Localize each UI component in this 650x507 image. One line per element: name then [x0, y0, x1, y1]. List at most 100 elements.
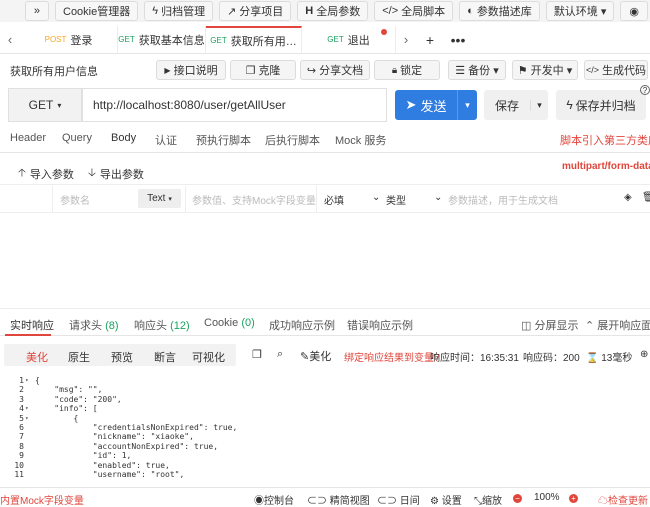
- help-icon[interactable]: ?: [640, 85, 650, 95]
- clone-button[interactable]: ❐ 克隆: [230, 60, 296, 80]
- split-view-button[interactable]: ◫ 分屏显示: [521, 317, 578, 333]
- api-doc-label: 接口说明: [173, 65, 218, 77]
- fmt-assert[interactable]: 断言: [154, 349, 176, 365]
- eye-button[interactable]: ◉: [620, 1, 648, 21]
- clone-label: 克隆: [258, 65, 281, 77]
- param-desc-input[interactable]: 参数描述，用于生成文档: [448, 192, 558, 207]
- fmt-preview[interactable]: 预览: [111, 349, 133, 365]
- fmt-raw[interactable]: 原生: [68, 349, 90, 365]
- environment-select[interactable]: 默认环境 ▾: [545, 1, 615, 21]
- share-icon: ↗: [227, 5, 237, 18]
- play-circle-icon[interactable]: ⊕: [640, 349, 648, 360]
- share-doc-button[interactable]: ↪ 分享文档: [300, 60, 370, 80]
- tabs-scroll-left[interactable]: ‹: [0, 26, 20, 53]
- send-button[interactable]: ➤ 发送 ▾: [395, 90, 477, 120]
- response-body[interactable]: 1 ▾{ 2 "msg": "", 3 "code": "200", 4 ▾ "in…: [0, 376, 650, 480]
- required-select[interactable]: 必填: [324, 192, 344, 207]
- third-party-lib-link[interactable]: 脚本引入第三方类库?: [560, 132, 650, 148]
- response-duration: ⌛ 13毫秒: [586, 349, 632, 364]
- hourglass-icon: ⌛: [586, 353, 599, 364]
- line-number: 11: [14, 470, 24, 479]
- tab-pre-script[interactable]: 预执行脚本: [196, 132, 251, 148]
- gen-code-button[interactable]: </> 生成代码: [584, 60, 648, 80]
- code-line: 8 "accountNonExpired": true,: [0, 442, 650, 451]
- backup-button[interactable]: ☰ 备份 ▾: [448, 60, 506, 80]
- global-script-button[interactable]: </> 全局脚本: [374, 1, 454, 21]
- code-line: 3 "code": "200",: [0, 395, 650, 404]
- tab-header[interactable]: Header: [10, 132, 46, 144]
- tab-live-response[interactable]: 实时响应: [10, 317, 54, 333]
- archive-manager-button[interactable]: ϟ 归档管理: [144, 1, 214, 21]
- method-badge: GET: [210, 36, 227, 45]
- code-text: "username": "root",: [35, 470, 185, 479]
- tab-query[interactable]: Query: [62, 132, 92, 144]
- request-section-tabs: Header Query Body 认证 预执行脚本 后执行脚本 Mock 服务…: [0, 128, 650, 150]
- caret-down-icon: ▾: [168, 195, 172, 203]
- url-input[interactable]: http://localhost:8080/user/getAllUser: [82, 88, 387, 122]
- param-desc-lib-button[interactable]: ◐ 参数描述库: [459, 1, 540, 21]
- code-line: 9 "id": 1,: [0, 451, 650, 460]
- tab-success-example[interactable]: 成功响应示例: [269, 317, 335, 333]
- beautify-label: 美化: [309, 351, 332, 363]
- tab-cookie[interactable]: Cookie (0): [204, 317, 255, 329]
- line-number: 7: [19, 432, 24, 442]
- share-project-button[interactable]: ↗ 分享项目: [219, 1, 292, 21]
- method-label: GET: [28, 98, 54, 112]
- param-type-select[interactable]: Text ▾: [138, 189, 181, 208]
- dev-status-label: 开发中 ▾: [530, 65, 573, 77]
- dev-status-button[interactable]: ⚑ 开发中 ▾: [512, 60, 578, 80]
- fold-icon[interactable]: ▾: [25, 414, 29, 423]
- import-params-button[interactable]: 🡡 导入参数: [18, 164, 74, 183]
- duration-label: 13毫秒: [601, 353, 633, 364]
- cookie-manager-button[interactable]: Cookie管理器: [55, 1, 139, 21]
- fmt-beautify[interactable]: 美化: [26, 349, 48, 365]
- new-tab-button[interactable]: +: [416, 26, 444, 53]
- tab-login[interactable]: POST 登录: [20, 26, 118, 53]
- data-type-select[interactable]: 类型: [386, 192, 406, 207]
- tab-label: 实时响应: [10, 320, 54, 332]
- tab-auth[interactable]: 认证: [155, 132, 177, 148]
- tab-request-headers[interactable]: 请求头 (8): [69, 317, 119, 333]
- fmt-visualize[interactable]: 可视化: [192, 349, 225, 365]
- tab-body[interactable]: Body: [111, 132, 136, 144]
- tab-post-script[interactable]: 后执行脚本: [265, 132, 320, 148]
- delete-icon[interactable]: 🗑︎: [642, 192, 650, 203]
- fold-icon[interactable]: ▾: [25, 376, 29, 385]
- expand-panel-button[interactable]: ⌃ 展开响应面板: [585, 317, 650, 333]
- search-icon[interactable]: ⌕: [277, 348, 283, 361]
- fold-icon[interactable]: ▾: [25, 404, 29, 413]
- beautify-button[interactable]: ✎美化: [300, 348, 331, 364]
- cube-icon[interactable]: ◈: [624, 192, 632, 203]
- save-archive-button[interactable]: ϟ 保存并归档: [556, 90, 646, 120]
- copy-icon[interactable]: ❐: [252, 348, 262, 361]
- param-name-input[interactable]: 参数名: [60, 192, 90, 207]
- zoom-out-button[interactable]: −: [513, 492, 522, 503]
- play-icon: ▶: [164, 65, 171, 75]
- tabs-scroll-right[interactable]: ›: [396, 26, 416, 53]
- global-params-button[interactable]: H 全局参数: [297, 1, 369, 21]
- content-type-label[interactable]: multipart/form-data: [562, 161, 650, 172]
- lock-button[interactable]: 🔒︎ 锁定: [374, 60, 440, 80]
- export-params-button[interactable]: 🡣 导出参数: [88, 164, 144, 183]
- save-button[interactable]: 保存 ▾: [484, 90, 548, 120]
- api-doc-button[interactable]: ▶ 接口说明: [156, 60, 226, 80]
- bind-result-link[interactable]: 绑定响应结果到变量?: [344, 349, 440, 364]
- send-dropdown[interactable]: ▾: [457, 90, 477, 120]
- collapse-button[interactable]: »: [24, 1, 49, 21]
- tab-more-button[interactable]: •••: [444, 26, 472, 53]
- method-select[interactable]: GET ▾: [8, 88, 82, 122]
- zoom-in-button[interactable]: +: [569, 492, 578, 503]
- tab-response-headers[interactable]: 响应头 (12): [134, 317, 190, 333]
- double-chevron-icon: »: [33, 5, 40, 17]
- tab-all-users[interactable]: GET 获取所有用…: [206, 26, 302, 53]
- tab-basic-info[interactable]: GET 获取基本信息: [118, 26, 206, 53]
- line-number: 2: [19, 385, 24, 395]
- tab-mock[interactable]: Mock 服务: [335, 132, 386, 148]
- method-badge: POST: [44, 35, 67, 44]
- save-dropdown[interactable]: ▾: [530, 99, 548, 111]
- tab-logout[interactable]: GET 退出: [302, 26, 396, 53]
- code-text: {: [35, 413, 79, 423]
- param-value-input[interactable]: 参数值、支持Mock字段变量: [192, 192, 316, 207]
- param-row: 参数名 Text ▾ 参数值、支持Mock字段变量 必填 ⌄ 类型 ⌄ 参数描述，…: [0, 186, 650, 212]
- tab-error-example[interactable]: 错误响应示例: [347, 317, 413, 333]
